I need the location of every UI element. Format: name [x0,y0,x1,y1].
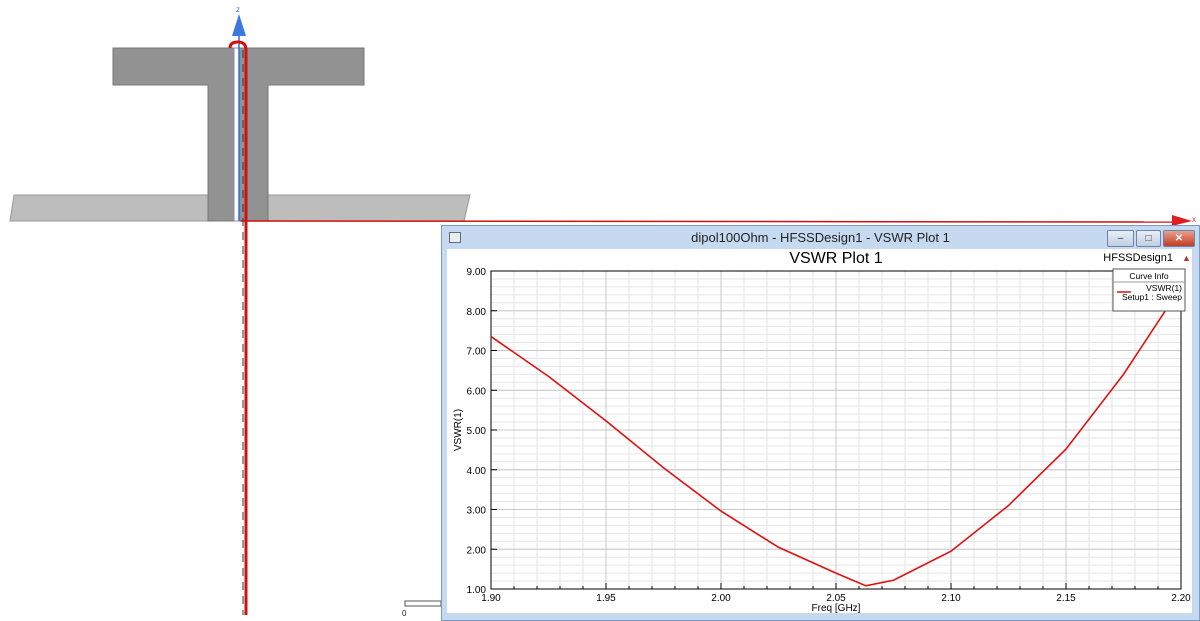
design-label: HFSSDesign1 [1103,252,1173,264]
x-tick-label: 2.15 [1056,593,1076,604]
maximize-button[interactable]: □ [1136,230,1161,247]
x-tick-label: 2.00 [711,593,731,604]
x-tick-label: 2.10 [941,593,961,604]
vswr-plot-window[interactable]: dipol100Ohm - HFSSDesign1 - VSWR Plot 1 … [441,225,1200,621]
legend-entry-setup: Setup1 : Sweep [1122,292,1182,302]
z-axis-arrow-icon [232,14,246,36]
x-axis-label: x [1192,215,1196,224]
y-tick-label: 6.00 [467,386,487,397]
y-tick-label: 4.00 [467,466,487,477]
scale-zero-label: 0 [402,609,407,618]
close-button[interactable]: ✕ [1163,230,1195,247]
chart-title: VSWR Plot 1 [789,250,882,267]
y-axis-label: VSWR(1) [453,409,464,451]
vswr-chart[interactable]: 1.90 1.95 2.00 2.05 2.10 2.15 2.201.002.003.00… [447,249,1194,615]
y-tick-label: 5.00 [467,426,487,437]
x-tick-label: 2.20 [1171,593,1191,604]
x-axis-label: Freq [GHz] [812,603,861,614]
z-axis-label: z [236,5,240,14]
design-marker-icon: ▲ [1182,253,1191,263]
y-tick-label: 7.00 [467,347,487,358]
x-tick-label: 1.95 [596,593,616,604]
y-tick-label: 1.00 [467,585,487,596]
y-tick-label: 9.00 [467,267,487,278]
minimize-button[interactable]: – [1107,230,1134,247]
window-title: dipol100Ohm - HFSSDesign1 - VSWR Plot 1 [691,230,950,245]
scale-bar [404,600,442,607]
y-tick-label: 2.00 [467,545,487,556]
title-bar[interactable]: dipol100Ohm - HFSSDesign1 - VSWR Plot 1 … [442,226,1199,248]
x-axis-line [239,220,1181,223]
legend-title: Curve Info [1129,271,1168,281]
plot-client-area: 1.90 1.95 2.00 2.05 2.10 2.15 2.20 1.00 2.00 3.00… [447,249,1194,615]
y-tick-label: 3.00 [467,506,487,517]
y-tick-label: 8.00 [467,307,487,318]
